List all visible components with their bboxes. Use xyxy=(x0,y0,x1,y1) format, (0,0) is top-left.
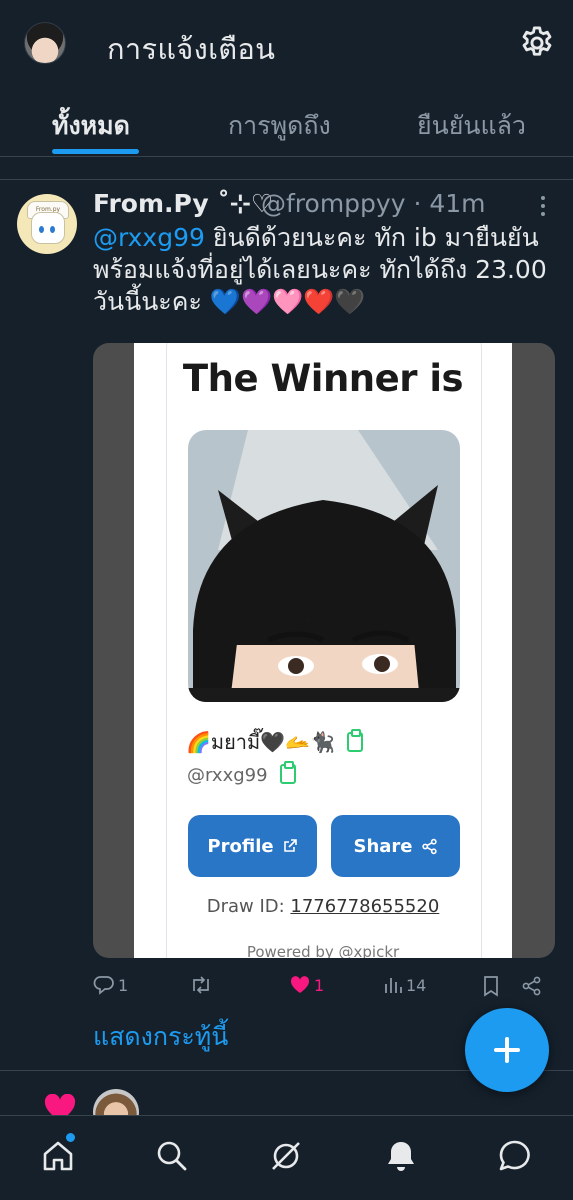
active-tab-indicator xyxy=(52,149,139,154)
avatar-face xyxy=(31,212,65,244)
share-post-button[interactable] xyxy=(521,975,543,997)
views-button[interactable]: 14 xyxy=(383,975,426,995)
mention-link[interactable]: @rxxg99 xyxy=(93,223,205,252)
views-icon xyxy=(385,978,402,993)
bookmark-icon xyxy=(484,976,498,997)
reply-icon xyxy=(93,976,114,995)
share-nodes-icon xyxy=(421,838,437,854)
more-options-icon[interactable] xyxy=(536,196,550,218)
winner-artwork xyxy=(188,430,460,702)
page-title: การแจ้งเตือน xyxy=(107,32,276,66)
bell-icon[interactable] xyxy=(383,1138,419,1174)
post-text: @rxxg99 ยินดีด้วยนะคะ ทัก ib มายืนยันพร้… xyxy=(93,222,563,318)
post-author-avatar[interactable]: From.py xyxy=(17,194,77,254)
search-icon[interactable] xyxy=(154,1138,190,1174)
winner-card: The Winner is xyxy=(134,343,512,958)
bookmark-button[interactable] xyxy=(481,975,501,997)
home-icon[interactable] xyxy=(40,1138,76,1174)
draw-id: Draw ID: 1776778655520 xyxy=(206,896,440,917)
top-bar: การแจ้งเตือน xyxy=(0,0,573,92)
author-handle-time: @fromppyy · 41m xyxy=(261,189,486,218)
profile-button[interactable]: Profile xyxy=(188,815,317,877)
messages-icon[interactable] xyxy=(497,1138,533,1174)
tab-verified[interactable]: ยืนยันแล้ว xyxy=(417,106,526,146)
avatar-eye xyxy=(39,226,44,233)
compose-button[interactable] xyxy=(465,1008,549,1092)
winner-username: @rxxg99 xyxy=(187,761,296,786)
grok-icon[interactable] xyxy=(268,1138,304,1174)
divider xyxy=(0,157,573,180)
retweet-button[interactable] xyxy=(189,975,216,995)
copy-icon[interactable] xyxy=(346,729,363,752)
post-actions: 1 1 14 xyxy=(93,975,553,999)
like-button[interactable]: 1 xyxy=(289,975,324,995)
profile-avatar[interactable] xyxy=(24,22,66,64)
share-icon xyxy=(522,976,541,996)
bottom-navigation xyxy=(0,1115,573,1200)
author-name[interactable]: From.Py ˚⊹♡ xyxy=(93,189,273,218)
avatar-eye xyxy=(50,226,55,233)
gear-icon[interactable] xyxy=(518,24,556,62)
notification-tabs: ทั้งหมด การพูดถึง ยืนยันแล้ว xyxy=(0,92,573,157)
tab-all[interactable]: ทั้งหมด xyxy=(52,106,130,146)
external-link-icon xyxy=(283,839,297,852)
heart-icon xyxy=(290,976,310,993)
share-button[interactable]: Share xyxy=(331,815,460,877)
tab-mentions[interactable]: การพูดถึง xyxy=(228,106,331,146)
powered-by: Powered by @xpickr xyxy=(246,943,400,958)
reply-button[interactable]: 1 xyxy=(93,975,128,995)
winner-heading: The Winner is xyxy=(182,357,464,400)
retweet-icon xyxy=(193,976,209,994)
winner-nickname: 🌈มยามี๊🖤🫴🐈‍⬛ xyxy=(186,726,363,758)
notification-dot xyxy=(66,1133,75,1142)
show-thread-link[interactable]: แสดงกระทู้นี้ xyxy=(93,1017,228,1057)
post-media[interactable]: The Winner is xyxy=(93,343,555,958)
copy-icon[interactable] xyxy=(279,761,296,784)
